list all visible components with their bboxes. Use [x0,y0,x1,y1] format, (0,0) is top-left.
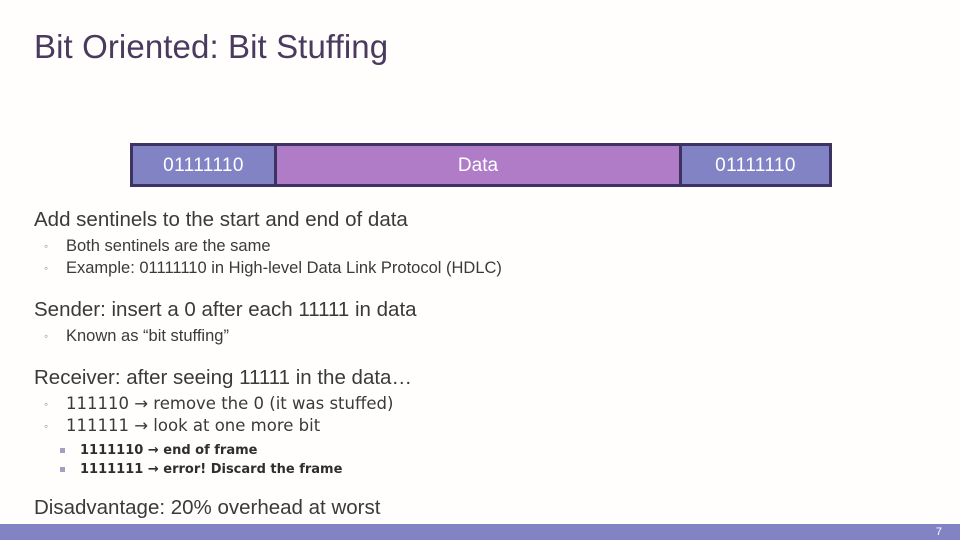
bullet-square-icon [60,467,65,472]
content-block-receiver: Receiver: after seeing 11111 in the data… [0,364,960,479]
bullet-level2-label: Known as “bit stuffing” [66,327,229,345]
slide-canvas: Bit Oriented: Bit Stuffing 01111110 Data… [0,0,960,540]
bullet-circle-icon: ◦ [44,261,49,275]
frame-cell-sentinel-start: 01111110 [133,146,277,184]
bullet-level2-item: ◦ Both sentinels are the same [0,235,960,257]
bullet-circle-icon: ◦ [44,239,49,253]
bullet-level1-heading: Disadvantage: 20% overhead at worst [34,496,381,519]
bullet-circle-icon: ◦ [44,419,49,433]
bullet-level3-item: 1111111 → error! Discard the frame [0,460,960,479]
content-block-disadvantage: Disadvantage: 20% overhead at worst [0,494,960,521]
bullet-level2-item: ◦ 111110 → remove the 0 (it was stuffed) [0,393,960,415]
frame-cell-sentinel-end: 01111110 [679,146,829,184]
frame-cell-data: Data [277,146,679,184]
content-block-sentinels: Add sentinels to the start and end of da… [0,206,960,279]
bullet-level2-item: ◦ 111111 → look at one more bit [0,415,960,437]
bullet-level3-label: 1111110 → end of frame [80,443,258,458]
bullet-level2-item: ◦ Example: 01111110 in High-level Data L… [0,257,960,279]
bullet-level2-label: 111111 → look at one more bit [66,416,321,435]
bullet-level2-list: ◦ Known as “bit stuffing” [0,325,960,347]
footer-bar [0,524,960,540]
frame-diagram: 01111110 Data 01111110 [130,143,832,187]
bullet-level1-heading: Sender: insert a 0 after each 11111 in d… [34,298,417,321]
bullet-level2-list: ◦ Both sentinels are the same ◦ Example:… [0,235,960,279]
bullet-level2-item: ◦ Known as “bit stuffing” [0,325,960,347]
bullet-level2-label: Both sentinels are the same [66,237,271,255]
bullet-level2-list: ◦ 111110 → remove the 0 (it was stuffed)… [0,393,960,437]
bullet-level3-list: 1111110 → end of frame 1111111 → error! … [0,441,960,479]
bullet-circle-icon: ◦ [44,397,49,411]
bullet-level1-heading: Receiver: after seeing 11111 in the data… [34,366,412,389]
bullet-square-icon [60,448,65,453]
bullet-level2-label: 111110 → remove the 0 (it was stuffed) [66,394,394,413]
bullet-level1-heading: Add sentinels to the start and end of da… [34,208,408,231]
bullet-level3-item: 1111110 → end of frame [0,441,960,460]
bullet-circle-icon: ◦ [44,329,49,343]
bullet-level3-label: 1111111 → error! Discard the frame [80,462,343,477]
content-block-sender: Sender: insert a 0 after each 11111 in d… [0,296,960,347]
page-number: 7 [935,526,942,538]
body-content: Add sentinels to the start and end of da… [0,206,960,521]
bullet-level2-label: Example: 01111110 in High-level Data Lin… [66,259,502,277]
page-title: Bit Oriented: Bit Stuffing [34,28,389,65]
